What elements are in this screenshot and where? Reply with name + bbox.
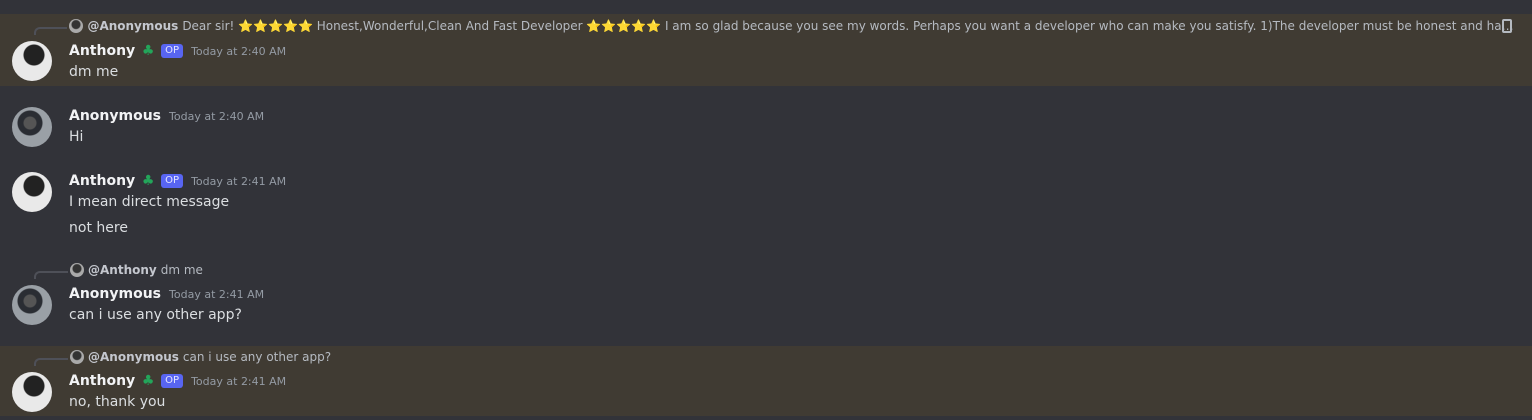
timestamp: Today at 2:40 AM <box>169 109 265 123</box>
avatar[interactable] <box>12 41 52 81</box>
image-attachment-icon <box>1502 19 1512 33</box>
reply-username[interactable]: @Anonymous <box>87 19 178 33</box>
avatar[interactable] <box>12 107 52 147</box>
message-text: can i use any other app? <box>69 307 242 323</box>
message-header: Anthony ♣ OP Today at 2:41 AM <box>69 171 286 191</box>
reply-avatar <box>70 263 84 277</box>
timestamp: Today at 2:41 AM <box>191 174 287 188</box>
reply-avatar <box>70 350 84 364</box>
username[interactable]: Anthony <box>69 43 135 59</box>
leaf-badge-icon: ♣ <box>141 173 155 189</box>
reply-preview[interactable]: @Anthony dm me <box>34 261 1514 279</box>
reply-text: can i use any other app? <box>182 350 332 364</box>
reply-connector <box>34 271 68 279</box>
timestamp: Today at 2:40 AM <box>191 44 287 58</box>
reply-preview[interactable]: @Anonymous can i use any other app? <box>34 348 1514 366</box>
reply-avatar <box>69 19 84 33</box>
message-text: Hi <box>69 129 84 145</box>
timestamp: Today at 2:41 AM <box>191 374 287 388</box>
username[interactable]: Anonymous <box>69 286 161 302</box>
op-badge: OP <box>161 374 184 388</box>
message-header: Anonymous Today at 2:41 AM <box>69 284 264 304</box>
message-4: @Anthony dm me Anonymous Today at 2:41 A… <box>0 259 1532 331</box>
message-3: Anthony ♣ OP Today at 2:41 AM I mean dir… <box>0 169 1532 241</box>
message-header: Anthony ♣ OP Today at 2:40 AM <box>69 41 286 61</box>
op-badge: OP <box>161 174 184 188</box>
username[interactable]: Anthony <box>69 373 135 389</box>
reply-connector <box>34 358 68 366</box>
message-header: Anonymous Today at 2:40 AM <box>69 106 264 126</box>
avatar[interactable] <box>12 372 52 412</box>
reply-text: Dear sir! ⭐⭐⭐⭐⭐ Honest,Wonderful,Clean A… <box>182 19 1514 33</box>
reply-preview[interactable]: @Anonymous Dear sir! ⭐⭐⭐⭐⭐ Honest,Wonder… <box>34 17 1514 35</box>
username[interactable]: Anonymous <box>69 108 161 124</box>
message-text: I mean direct message <box>69 194 230 210</box>
timestamp: Today at 2:41 AM <box>169 287 265 301</box>
message-2: Anonymous Today at 2:40 AM Hi <box>0 104 1532 154</box>
leaf-badge-icon: ♣ <box>141 373 155 389</box>
message-header: Anthony ♣ OP Today at 2:41 AM <box>69 371 286 391</box>
reply-username[interactable]: @Anonymous <box>88 350 179 364</box>
reply-connector <box>34 27 68 35</box>
reply-text: dm me <box>160 263 203 277</box>
message-text: not here <box>69 220 128 236</box>
message-text: dm me <box>69 64 119 80</box>
username[interactable]: Anthony <box>69 173 135 189</box>
message-text: no, thank you <box>69 394 166 410</box>
message-5: @Anonymous can i use any other app? Anth… <box>0 346 1532 416</box>
leaf-badge-icon: ♣ <box>141 43 155 59</box>
message-1: @Anonymous Dear sir! ⭐⭐⭐⭐⭐ Honest,Wonder… <box>0 14 1532 86</box>
op-badge: OP <box>161 44 184 58</box>
avatar[interactable] <box>12 285 52 325</box>
avatar[interactable] <box>12 172 52 212</box>
reply-username[interactable]: @Anthony <box>88 263 157 277</box>
